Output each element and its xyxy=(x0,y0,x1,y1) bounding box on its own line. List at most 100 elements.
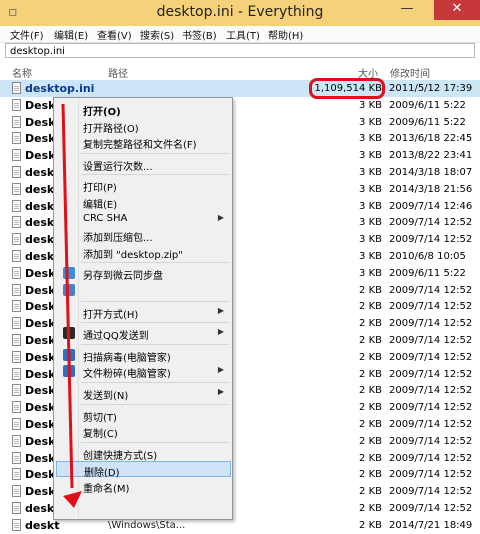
file-size: 3 KB xyxy=(359,116,382,128)
file-icon xyxy=(12,317,21,330)
context-menu-item[interactable]: 编辑(E) xyxy=(56,194,231,211)
context-menu-item[interactable]: 发送到(N) ▶ xyxy=(56,385,231,402)
app-icon xyxy=(63,284,75,296)
context-menu-item[interactable]: 扫描病毒(电脑管家) xyxy=(56,347,231,364)
context-menu-label: 打印(P) xyxy=(83,183,117,195)
context-menu-item[interactable]: 打开方式(H) ▶ xyxy=(56,304,231,321)
context-menu-item[interactable]: 打印(P) xyxy=(56,177,231,195)
context-menu-item[interactable]: 打开路径(O) xyxy=(56,118,231,135)
file-modified: 2009/7/14 12:52 xyxy=(389,402,473,414)
file-modified: 2009/7/14 12:52 xyxy=(389,351,473,363)
context-menu-item[interactable]: 剪切(T) xyxy=(56,407,231,424)
file-icon xyxy=(12,434,21,447)
file-size: 2 KB xyxy=(359,318,382,330)
column-modified[interactable]: 修改时间 xyxy=(390,65,430,80)
file-icon xyxy=(12,266,21,279)
file-modified: 2009/7/14 12:52 xyxy=(389,284,473,296)
context-menu-label: 添加到 "desktop.zip" xyxy=(83,249,183,261)
shred-icon xyxy=(63,365,75,378)
context-menu-item[interactable]: CRC SHA ▶ xyxy=(56,211,231,227)
context-menu-label: 打开(O) xyxy=(83,107,121,118)
context-menu-item[interactable]: 通过QQ发送到 ▶ xyxy=(56,325,231,342)
menu-separator xyxy=(81,174,229,176)
context-menu-item[interactable]: 设置运行次数... xyxy=(56,156,231,173)
file-size: 2 KB xyxy=(359,419,382,430)
context-menu-item[interactable]: 另存到微云同步盘 xyxy=(56,265,231,283)
menu-separator xyxy=(81,300,229,302)
file-icon xyxy=(12,216,21,229)
column-name[interactable]: 名称 xyxy=(12,65,32,80)
file-icon xyxy=(12,182,21,195)
file-icon xyxy=(12,166,21,178)
context-menu: 打开(O) 打开路径(O) 复制完整路径和文件名(F) 设置运行次数... 打印(P) 编… xyxy=(53,97,233,520)
submenu-arrow-icon: ▶ xyxy=(217,212,224,222)
context-menu-label: 编辑(E) xyxy=(83,200,118,211)
menu-bookmarks[interactable]: 书签(B) xyxy=(182,27,217,42)
context-menu-label: 打开路径(O) xyxy=(83,123,139,135)
file-modified: 2009/7/14 12:52 xyxy=(389,419,473,430)
context-menu-item[interactable]: 添加到压缩包... xyxy=(56,227,231,245)
menu-separator xyxy=(81,382,229,383)
column-path[interactable]: 路径 xyxy=(108,65,128,80)
file-size: 2 KB xyxy=(359,385,382,397)
file-modified: 2009/7/14 12:52 xyxy=(389,301,473,313)
context-menu-item[interactable]: 重命名(M) xyxy=(56,478,231,495)
menu-bar: 文件(F) 编辑(E) 查看(V) 搜索(S) 书签(B) 工具(T) 帮助(H… xyxy=(0,26,480,43)
submenu-arrow-icon: ▶ xyxy=(217,327,224,337)
file-modified: 2014/3/18 18:07 xyxy=(389,167,473,178)
menu-edit[interactable]: 编辑(E) xyxy=(54,27,88,42)
file-row[interactable]: desktop.ini 1,109,514 KB 2011/5/12 17:39 xyxy=(0,80,480,97)
file-size: 3 KB xyxy=(359,234,382,246)
minimize-button[interactable]: — xyxy=(394,0,420,20)
file-icon xyxy=(12,401,21,414)
shield-icon xyxy=(63,348,75,361)
cloud-icon xyxy=(63,267,75,280)
context-menu-item[interactable]: 删除(D) xyxy=(56,461,231,479)
file-icon xyxy=(12,132,21,145)
menu-search[interactable]: 搜索(S) xyxy=(140,27,174,42)
file-icon xyxy=(12,233,21,246)
context-menu-item[interactable]: 复制完整路径和文件名(F) xyxy=(56,134,231,152)
file-icon xyxy=(12,250,21,262)
search-input[interactable]: desktop.ini xyxy=(5,43,475,58)
context-menu-item[interactable]: 复制(C) xyxy=(56,423,231,441)
file-name: deskt xyxy=(25,518,60,532)
context-menu-item[interactable] xyxy=(56,282,231,298)
menu-separator xyxy=(81,262,229,264)
file-modified: 2009/7/14 12:52 xyxy=(389,503,473,514)
file-modified: 2009/6/11 5:22 xyxy=(389,116,466,128)
file-modified: 2011/5/12 17:39 xyxy=(389,83,473,94)
title-bar: ▫ desktop.ini - Everything — ✕ xyxy=(0,0,480,26)
submenu-arrow-icon: ▶ xyxy=(217,387,224,396)
context-menu-label: 复制完整路径和文件名(F) xyxy=(83,140,197,152)
context-menu-label: 复制(C) xyxy=(83,429,118,441)
file-size: 3 KB xyxy=(359,200,382,212)
menu-help[interactable]: 帮助(H) xyxy=(268,27,303,42)
file-icon xyxy=(12,334,21,346)
file-size: 3 KB xyxy=(359,150,382,162)
menu-view[interactable]: 查看(V) xyxy=(97,27,132,42)
menu-tools[interactable]: 工具(T) xyxy=(226,27,260,42)
file-modified: 2009/7/14 12:52 xyxy=(389,368,473,380)
context-menu-item[interactable]: 创建快捷方式(S) xyxy=(56,445,231,462)
file-size: 2 KB xyxy=(359,452,382,464)
context-menu-label: 另存到微云同步盘 xyxy=(83,271,163,283)
file-icon xyxy=(12,283,21,296)
context-menu-label: 创建快捷方式(S) xyxy=(83,450,158,462)
file-icon xyxy=(12,300,21,313)
context-menu-item[interactable]: 打开(O) xyxy=(56,101,231,118)
close-button[interactable]: ✕ xyxy=(434,0,480,20)
file-size: 2 KB xyxy=(359,469,382,481)
menu-separator xyxy=(81,343,229,345)
file-modified: 2009/7/14 12:52 xyxy=(389,335,473,346)
context-menu-label: 发送到(N) xyxy=(83,391,129,402)
context-menu-item[interactable]: 文件粉碎(电脑管家) ▶ xyxy=(56,363,231,380)
menu-file[interactable]: 文件(F) xyxy=(10,27,44,42)
file-modified: 2009/7/14 12:52 xyxy=(389,435,473,447)
context-menu-item[interactable]: 添加到 "desktop.zip" xyxy=(56,244,231,261)
file-modified: 2014/7/21 18:49 xyxy=(389,519,473,531)
file-size: 2 KB xyxy=(359,335,382,346)
size-highlight-annotation xyxy=(309,78,385,99)
context-menu-label: 添加到压缩包... xyxy=(83,233,153,245)
file-modified: 2009/7/14 12:52 xyxy=(389,318,473,330)
